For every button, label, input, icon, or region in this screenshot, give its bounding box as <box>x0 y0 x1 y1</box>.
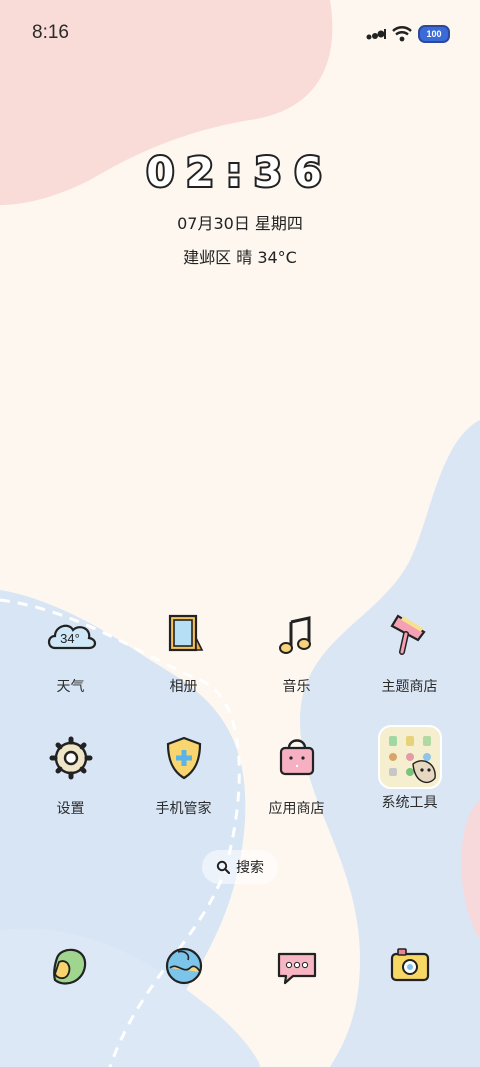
signal-icon <box>366 29 386 40</box>
photo-frame-icon <box>156 608 212 664</box>
app-label: 手机管家 <box>155 801 212 817</box>
app-music[interactable]: 音乐 <box>240 608 353 730</box>
app-label: 应用商店 <box>268 801 325 817</box>
weather-cloud-icon: 34° <box>43 608 99 664</box>
camera-icon <box>382 938 438 994</box>
status-icons: 100 <box>366 22 450 46</box>
phone-leaf-icon <box>43 938 99 994</box>
weather-line: 建邺区 晴 34°C <box>183 248 297 267</box>
app-gallery[interactable]: 相册 <box>127 608 240 730</box>
shield-plus-icon <box>156 730 212 786</box>
app-phone-manager[interactable]: 手机管家 <box>127 730 240 852</box>
app-label: 主题商店 <box>381 679 438 695</box>
dock-phone[interactable] <box>14 938 127 1002</box>
globe-browser-icon <box>156 938 212 994</box>
app-label: 系统工具 <box>381 795 438 811</box>
dock-browser[interactable] <box>127 938 240 1002</box>
app-theme-store[interactable]: 主题商店 <box>353 608 466 730</box>
weather-badge: 34° <box>60 631 80 646</box>
search-button[interactable]: 搜索 <box>202 850 278 884</box>
paint-brush-icon <box>382 608 438 664</box>
music-note-icon <box>269 608 325 664</box>
app-label: 相册 <box>169 679 198 695</box>
app-row: 设置 手机管家 应用商店 系统工具 <box>0 725 480 852</box>
app-label: 设置 <box>56 801 85 817</box>
shopping-bag-icon <box>269 730 325 786</box>
app-label: 音乐 <box>282 679 311 695</box>
status-bar: 8:16 100 <box>0 0 480 68</box>
app-weather[interactable]: 34° 天气 <box>14 608 127 730</box>
dock-camera[interactable] <box>353 938 466 1002</box>
app-settings[interactable]: 设置 <box>14 730 127 852</box>
folder-grid-icon <box>377 724 443 790</box>
search-icon <box>216 860 230 874</box>
battery-icon: 100 <box>418 25 450 43</box>
date-label: 07月30日 星期四 <box>177 214 303 233</box>
status-time: 8:16 <box>32 22 69 43</box>
dock-messages[interactable] <box>240 938 353 1002</box>
dock <box>0 938 480 1002</box>
app-app-store[interactable]: 应用商店 <box>240 730 353 852</box>
clock-widget[interactable]: 02:36 07月30日 星期四 建邺区 晴 34°C <box>0 148 480 268</box>
gear-icon <box>43 730 99 786</box>
app-row: 34° 天气 相册 音乐 主题商店 <box>0 608 480 730</box>
wifi-icon <box>392 26 412 42</box>
clock-time: 02:36 <box>144 148 334 198</box>
app-system-tools[interactable]: 系统工具 <box>353 725 466 852</box>
search-label: 搜索 <box>236 860 264 876</box>
app-grid: 34° 天气 相册 音乐 主题商店 设置 手机管家 应用商店 系统工具 <box>0 608 480 852</box>
message-bubble-icon <box>269 938 325 994</box>
app-label: 天气 <box>56 679 85 695</box>
